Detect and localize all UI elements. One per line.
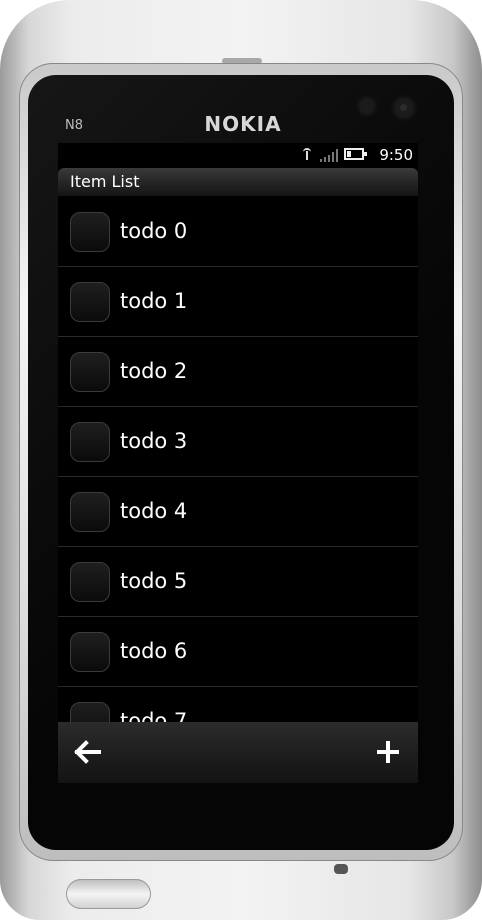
signal-strength-icon <box>320 148 340 162</box>
status-bar: 9:50 <box>58 143 418 168</box>
item-checkbox[interactable] <box>70 352 110 392</box>
item-label: todo 5 <box>120 569 188 593</box>
battery-level <box>347 151 351 157</box>
item-label: todo 6 <box>120 639 188 663</box>
status-time: 9:50 <box>379 146 413 164</box>
list-item[interactable]: todo 4 <box>58 477 418 547</box>
menu-key[interactable] <box>66 879 151 909</box>
back-button[interactable] <box>66 730 110 774</box>
bottom-toolbar <box>58 722 418 783</box>
model-label: N8 <box>65 118 83 133</box>
speaker-dot <box>334 864 348 874</box>
item-checkbox[interactable] <box>70 562 110 602</box>
proximity-sensor-icon <box>357 96 377 116</box>
item-label: todo 3 <box>120 429 188 453</box>
item-label: todo 7 <box>120 709 188 722</box>
page-title: Item List <box>70 172 140 191</box>
antenna-icon <box>303 148 311 160</box>
item-checkbox[interactable] <box>70 212 110 252</box>
add-item-button[interactable] <box>366 730 410 774</box>
list-item[interactable]: todo 1 <box>58 267 418 337</box>
item-label: todo 0 <box>120 219 188 243</box>
item-label: todo 2 <box>120 359 188 383</box>
item-list[interactable]: todo 0 todo 1 todo 2 todo 3 todo 4 todo … <box>58 197 418 722</box>
list-item[interactable]: todo 2 <box>58 337 418 407</box>
list-item[interactable]: todo 5 <box>58 547 418 617</box>
screen: 9:50 Item List todo 0 todo 1 todo 2 todo… <box>58 143 418 783</box>
page-header: Item List <box>58 168 418 196</box>
arrow-left-icon <box>74 740 101 764</box>
item-label: todo 1 <box>120 289 188 313</box>
item-checkbox[interactable] <box>70 282 110 322</box>
list-item[interactable]: todo 3 <box>58 407 418 477</box>
battery-icon <box>344 148 367 160</box>
list-item[interactable]: todo 7 <box>58 687 418 722</box>
list-item[interactable]: todo 0 <box>58 197 418 267</box>
list-item[interactable]: todo 6 <box>58 617 418 687</box>
item-label: todo 4 <box>120 499 188 523</box>
item-checkbox[interactable] <box>70 492 110 532</box>
item-checkbox[interactable] <box>70 632 110 672</box>
plus-icon <box>377 741 399 763</box>
brand-logo: NOKIA <box>204 112 282 136</box>
front-camera-icon <box>392 96 416 120</box>
item-checkbox[interactable] <box>70 702 110 722</box>
phone-frame: N8 NOKIA 9:50 Item List todo 0 todo 1 to… <box>0 0 482 920</box>
item-checkbox[interactable] <box>70 422 110 462</box>
